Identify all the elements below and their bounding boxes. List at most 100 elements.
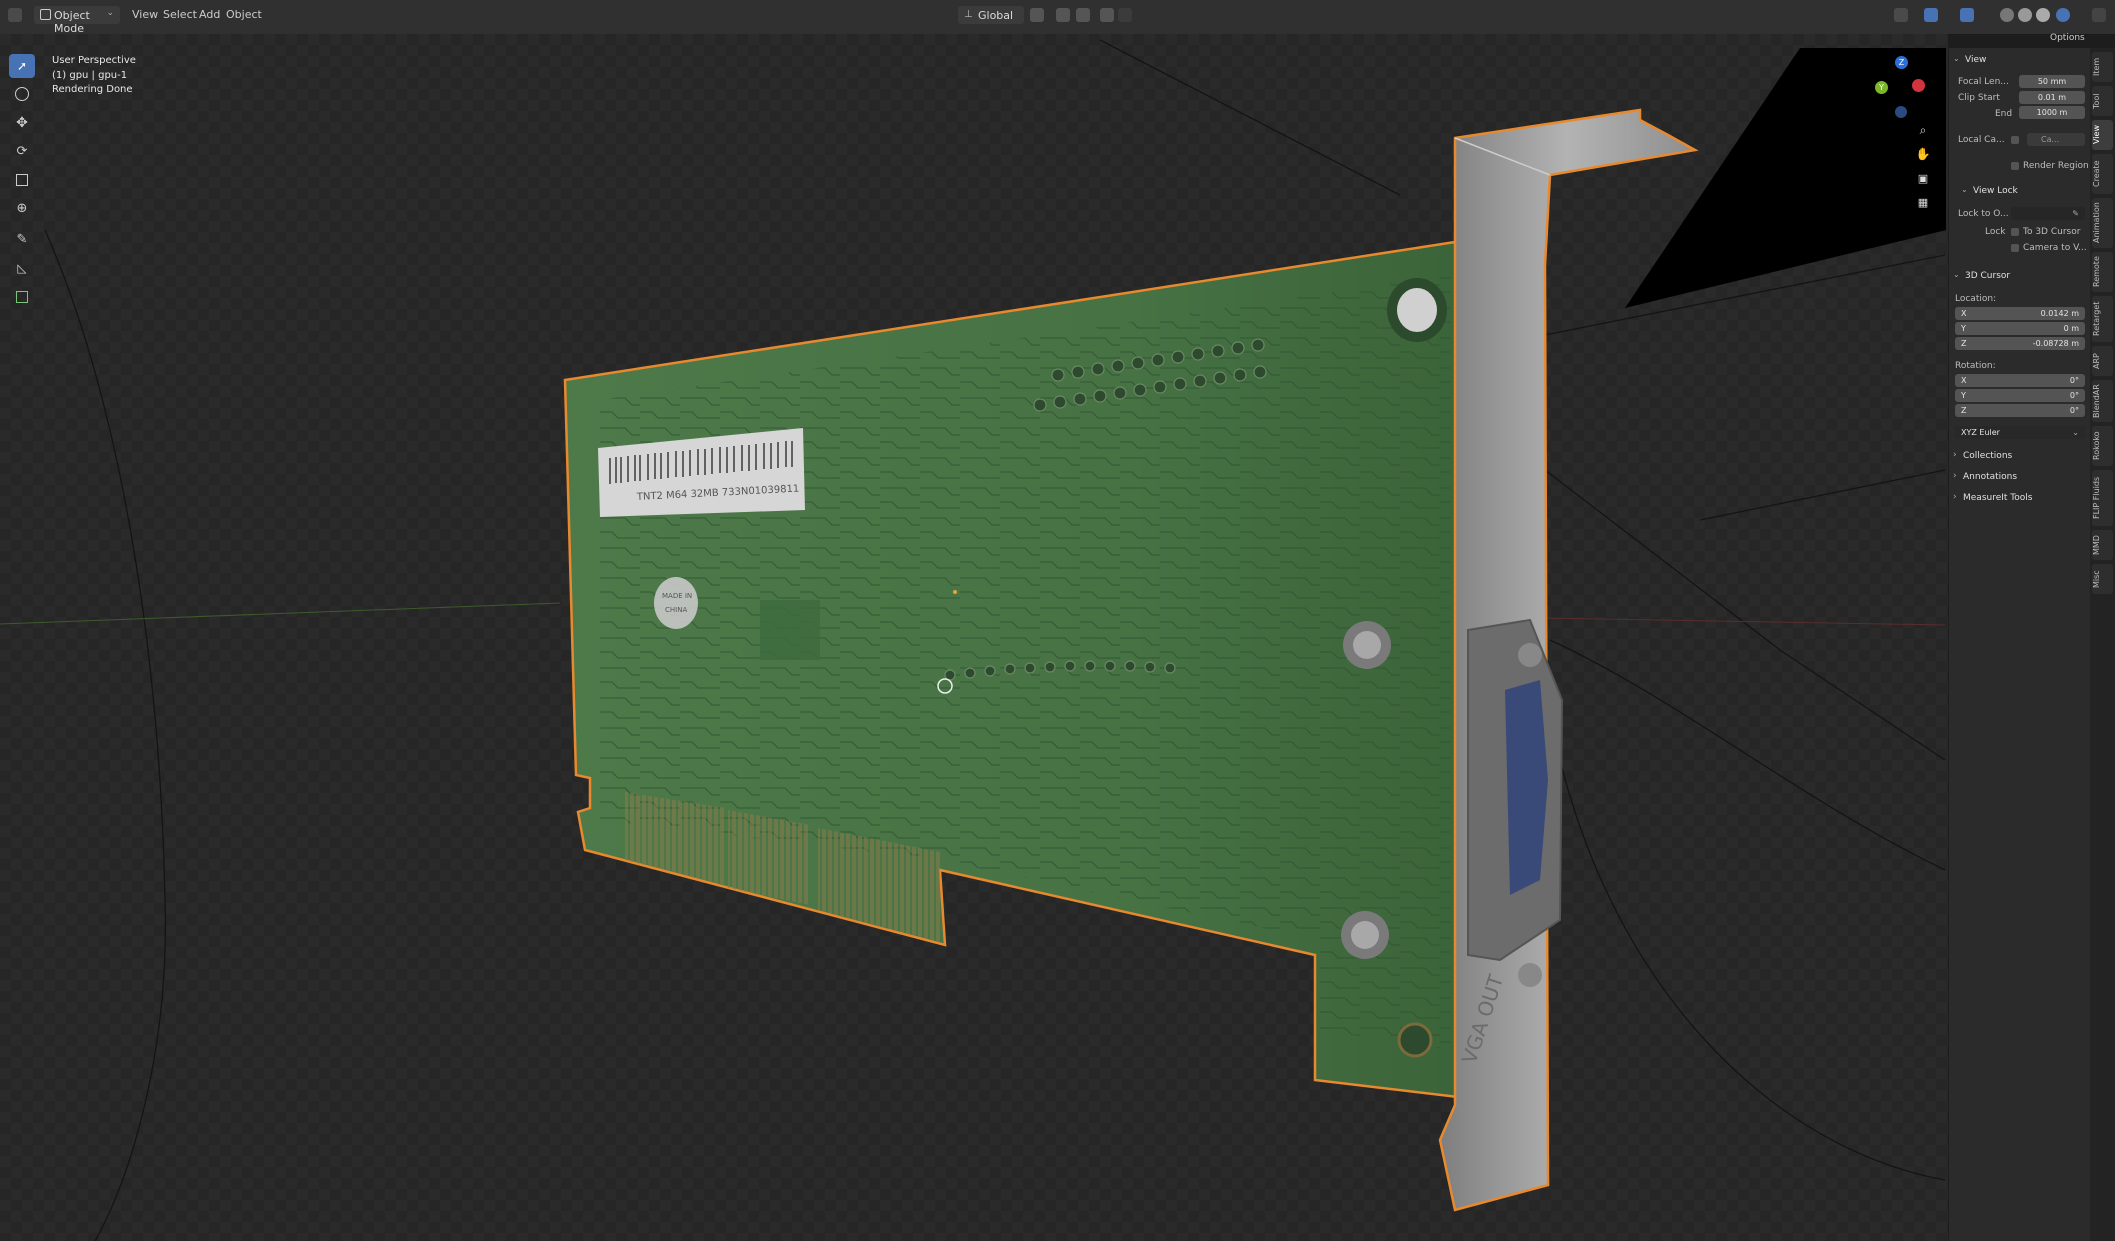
chevron-down-icon: ⌄ [2072,428,2079,437]
clip-end-value: 1000 m [2036,108,2068,117]
camera-view-button[interactable]: ▣ [1913,168,1933,188]
neg-z-handle[interactable] [1895,106,1907,118]
lock-to-object-field[interactable]: ✎ [2011,207,2085,220]
measureit-header[interactable]: › MeasureIt Tools [1953,490,2085,508]
view-lock-title: View Lock [1973,186,2018,196]
annotate-tool[interactable]: ✎ [9,227,35,251]
tab-misc[interactable]: Misc [2092,564,2113,594]
sidebar-panel: ⌄ View Focal Len... 50 mm Clip Start 0.0… [1948,48,2091,1241]
camera-icon: ▣ [1917,171,1929,185]
cursor-tool[interactable] [9,82,35,106]
visibility-icon[interactable] [1894,8,1908,22]
render-region-checkbox[interactable] [2011,162,2019,170]
select-tool[interactable]: ➚ [9,54,35,78]
cursor-rot-y[interactable]: Y 0° [1955,389,2085,402]
camera-to-view-checkbox[interactable] [2011,244,2019,252]
wireframe-shading-icon[interactable] [2000,8,2014,22]
scale-tool[interactable] [9,168,35,192]
view-section-title: View [1965,55,1987,65]
clip-start-label: Clip Start [1958,93,2000,103]
pencil-icon: ✎ [16,231,28,247]
object-mode-icon [40,9,51,20]
scale-icon [16,174,28,186]
transform-tool[interactable]: ⊕ [9,196,35,220]
orientation-dropdown[interactable]: ⊥ Global [958,6,1024,24]
menu-add[interactable]: Add [199,8,220,21]
zoom-button[interactable]: ⌕ [1913,120,1933,140]
tab-view[interactable]: View [2092,120,2113,150]
axis-value: 0° [2069,376,2079,385]
ortho-toggle-button[interactable]: ▦ [1913,192,1933,212]
rotate-icon: ⟳ [16,143,28,159]
mode-dropdown[interactable]: Object Mode ⌄ [34,6,120,35]
tab-item[interactable]: Item [2092,52,2113,82]
add-cube-tool[interactable] [9,285,35,309]
to-3d-cursor-checkbox[interactable] [2011,228,2019,236]
cursor-rot-x[interactable]: X 0° [1955,374,2085,387]
tab-tool[interactable]: Tool [2092,86,2113,116]
render-region-label: Render Region [2023,161,2089,171]
y-axis-handle[interactable]: Y [1875,81,1888,94]
eyedropper-icon[interactable]: ✎ [2072,207,2079,220]
3d-viewport[interactable]: TNT2 M64 32MB 733N01039811 MADE IN CHINA… [0,34,1948,1241]
tab-remote[interactable]: Remote [2092,252,2113,292]
axis-label: Y [1961,324,1966,333]
material-shading-icon[interactable] [2036,8,2050,22]
view-lock-header[interactable]: ⌄ View Lock [1961,183,2093,201]
pan-button[interactable]: ✋ [1913,144,1933,164]
clip-end-field[interactable]: 1000 m [2019,106,2085,119]
menu-object[interactable]: Object [226,8,262,21]
rotation-mode-dropdown[interactable]: XYZ Euler ⌄ [1955,426,2085,439]
rendered-shading-icon[interactable] [2056,8,2070,22]
cursor-loc-y[interactable]: Y 0 m [1955,322,2085,335]
solid-shading-icon[interactable] [2018,8,2032,22]
sidebar-tabs: Item Tool View Create Animation Remote R… [2090,48,2115,1241]
move-tool[interactable]: ✥ [9,111,35,135]
proportional-edit-icon[interactable] [1100,8,1114,22]
focal-length-label: Focal Len... [1958,77,2009,87]
tab-flip-fluids[interactable]: FLIP Fluids [2092,470,2113,526]
3d-cursor-header[interactable]: ⌄ 3D Cursor [1953,268,2085,286]
falloff-icon[interactable] [1118,8,1132,22]
tab-mmd[interactable]: MMD [2092,530,2113,560]
annotations-header[interactable]: › Annotations [1953,469,2085,487]
tab-create[interactable]: Create [2092,154,2113,194]
overlay-toggle-icon[interactable] [1960,8,1974,22]
axis-label: Y [1961,391,1966,400]
snap-target-icon[interactable] [1076,8,1090,22]
tab-retarget[interactable]: Retarget [2092,296,2113,342]
tab-blendar[interactable]: BlendAR [2092,380,2113,422]
pivot-icon[interactable] [1030,8,1044,22]
to-3d-cursor-label: To 3D Cursor [2023,227,2081,237]
z-axis-handle[interactable]: Z [1895,56,1908,69]
shading-options-icon[interactable] [2092,8,2106,22]
chevron-down-icon: ⌄ [106,8,114,18]
transform-icon: ⊕ [16,200,28,216]
menu-select[interactable]: Select [163,8,197,21]
focal-length-field[interactable]: 50 mm [2019,75,2085,88]
collections-header[interactable]: › Collections [1953,448,2085,466]
cursor-rot-z[interactable]: Z 0° [1955,404,2085,417]
local-camera-field[interactable]: Ca... [2027,133,2085,146]
axis-value: 0 m [2063,324,2079,333]
cursor-loc-z[interactable]: Z -0.08728 m [1955,337,2085,350]
tab-rokoko[interactable]: Rokoko [2092,426,2113,466]
tab-animation[interactable]: Animation [2092,198,2113,248]
gizmo-toggle-icon[interactable] [1924,8,1938,22]
snap-icon[interactable] [1056,8,1070,22]
local-camera-checkbox[interactable] [2011,136,2019,144]
tab-arp[interactable]: ARP [2092,346,2113,376]
lock-label: Lock [1985,227,2006,237]
cursor-loc-x[interactable]: X 0.0142 m [1955,307,2085,320]
x-axis-handle[interactable] [1912,79,1925,92]
menu-view[interactable]: View [132,8,158,21]
measure-tool[interactable]: ◺ [9,256,35,280]
lock-to-object-label: Lock to O... [1958,209,2009,219]
collections-title: Collections [1963,451,2013,461]
editor-type-icon[interactable] [8,8,22,22]
rotate-tool[interactable]: ⟳ [9,139,35,163]
clip-start-field[interactable]: 0.01 m [2019,91,2085,104]
chevron-right-icon: › [1953,492,1957,502]
view-section-header[interactable]: ⌄ View [1953,52,2085,70]
options-button[interactable]: Options [2050,33,2085,43]
